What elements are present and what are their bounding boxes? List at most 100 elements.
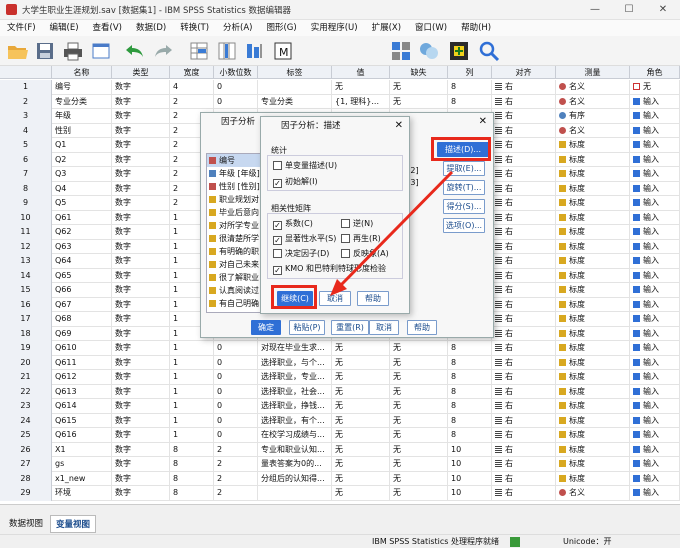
source-variable-list[interactable]: 编号 年级 [年级] 性别 [性别] 职业规划对 毕业后意向 对所学专业 很清楚所学 有明确的… [206,153,266,313]
cancel-button[interactable]: 取消 [319,291,351,306]
variable-list-item[interactable]: 对自己未来 [207,258,265,271]
table-cell[interactable]: 右 [492,457,556,472]
table-cell[interactable]: 8 [448,80,492,95]
variables-icon[interactable] [244,40,266,62]
table-cell[interactable]: 标度 [556,399,630,414]
table-cell[interactable]: 28 [0,471,52,486]
table-cell[interactable]: 无 [332,457,390,472]
table-cell[interactable]: 1 [170,428,214,443]
table-cell[interactable]: 8 [448,370,492,385]
table-cell[interactable]: 输入 [630,254,680,269]
table-cell[interactable]: 选择职业，与个... [258,355,332,370]
table-cell[interactable]: 标度 [556,341,630,356]
table-cell[interactable]: 分组后的认知得... [258,471,332,486]
table-cell[interactable]: 输入 [630,471,680,486]
table-cell[interactable]: 6 [0,152,52,167]
column-header[interactable]: 标签 [258,66,332,79]
table-cell[interactable]: 标度 [556,196,630,211]
table-cell[interactable]: Q63 [52,239,112,254]
find-data-icon[interactable]: M [272,40,294,62]
tab-data-view[interactable]: 数据视图 [4,515,48,533]
table-cell[interactable]: 10 [448,442,492,457]
table-cell[interactable]: 数字 [112,442,170,457]
table-cell[interactable]: 数字 [112,486,170,501]
menu-item[interactable]: 文件(F) [0,20,43,36]
tab-variable-view[interactable]: 变量视图 [50,515,97,533]
table-cell[interactable]: 无 [332,341,390,356]
table-row[interactable]: 21 Q612 数字 1 0 选择职业，专业... 无 无 8 右 标度 输入 [0,370,680,385]
table-cell[interactable]: 无 [390,80,448,95]
table-cell[interactable]: 8 [448,94,492,109]
variable-list-item[interactable]: 毕业后意向 [207,206,265,219]
table-cell[interactable]: 1 [170,370,214,385]
table-cell[interactable]: 25 [0,428,52,443]
table-cell[interactable]: 无 [332,442,390,457]
table-cell[interactable]: 输入 [630,109,680,124]
column-header[interactable]: 小数位数 [214,66,258,79]
table-cell[interactable]: 右 [492,471,556,486]
table-cell[interactable]: 标度 [556,326,630,341]
table-cell[interactable]: 选择职业，有个... [258,413,332,428]
variable-list-item[interactable]: 有自己明确 [207,297,265,310]
table-cell[interactable]: 无 [390,94,448,109]
table-cell[interactable]: 右 [492,341,556,356]
table-cell[interactable]: Q61 [52,210,112,225]
table-cell[interactable]: 标度 [556,312,630,327]
table-cell[interactable]: 5 [0,138,52,153]
table-cell[interactable]: 10 [448,457,492,472]
table-cell[interactable]: 无 [390,486,448,501]
menu-item[interactable]: 窗口(W) [408,20,454,36]
minimize-button[interactable]: — [578,0,612,20]
table-cell[interactable]: 输入 [630,123,680,138]
table-cell[interactable]: 名义 [556,123,630,138]
column-header[interactable]: 缺失 [390,66,448,79]
table-cell[interactable]: 1 [170,413,214,428]
table-row[interactable]: 22 Q613 数字 1 0 选择职业，社会... 无 无 8 右 标度 输入 [0,384,680,399]
table-row[interactable]: 29 环境 数字 8 2 无 无 10 右 名义 输入 [0,486,680,501]
column-header[interactable]: 角色 [630,66,680,79]
table-cell[interactable]: 2 [214,471,258,486]
table-cell[interactable]: 无 [390,341,448,356]
column-header[interactable]: 列 [448,66,492,79]
save-icon[interactable] [34,40,56,62]
table-cell[interactable]: 环境 [52,486,112,501]
table-cell[interactable]: 数字 [112,268,170,283]
kmo-bartlett-checkbox[interactable]: ✓ KMO 和巴特利特球形度检验 [273,263,386,275]
table-cell[interactable]: 8 [448,428,492,443]
table-cell[interactable]: 数字 [112,254,170,269]
table-cell[interactable]: 输入 [630,355,680,370]
table-cell[interactable]: 无 [332,428,390,443]
reproduced-checkbox[interactable]: 再生(R) [341,233,381,244]
table-cell[interactable]: 数字 [112,196,170,211]
table-cell[interactable]: 4 [170,80,214,95]
table-cell[interactable]: 输入 [630,225,680,240]
table-cell[interactable]: 8 [0,181,52,196]
coefficients-checkbox[interactable]: ✓ 系数(C) [273,218,313,230]
table-cell[interactable]: 无 [390,442,448,457]
table-cell[interactable]: 无 [390,428,448,443]
table-cell[interactable]: Q69 [52,326,112,341]
table-cell[interactable]: 数字 [112,326,170,341]
table-cell[interactable]: 右 [492,225,556,240]
table-cell[interactable]: 右 [492,413,556,428]
table-cell[interactable]: 输入 [630,152,680,167]
table-cell[interactable]: 数字 [112,399,170,414]
table-cell[interactable]: 专业分类 [52,94,112,109]
table-cell[interactable]: 量表答案为0的... [258,457,332,472]
reset-button[interactable]: 重置(R) [331,320,369,335]
close-icon[interactable]: ✕ [479,113,487,131]
recall-dialog-icon[interactable] [90,40,112,62]
table-cell[interactable]: 无 [390,370,448,385]
help-button[interactable]: 帮助 [357,291,389,306]
table-cell[interactable]: 3 [0,109,52,124]
table-cell[interactable]: 1 [170,341,214,356]
table-cell[interactable]: x1_new [52,471,112,486]
menu-item[interactable]: 扩展(X) [365,20,408,36]
table-cell[interactable]: 标度 [556,167,630,182]
table-cell[interactable]: 无 [390,413,448,428]
table-cell[interactable]: 输入 [630,297,680,312]
table-cell[interactable]: 输入 [630,94,680,109]
table-cell[interactable]: 2 [214,486,258,501]
table-cell[interactable]: 右 [492,80,556,95]
table-cell[interactable]: 输入 [630,312,680,327]
